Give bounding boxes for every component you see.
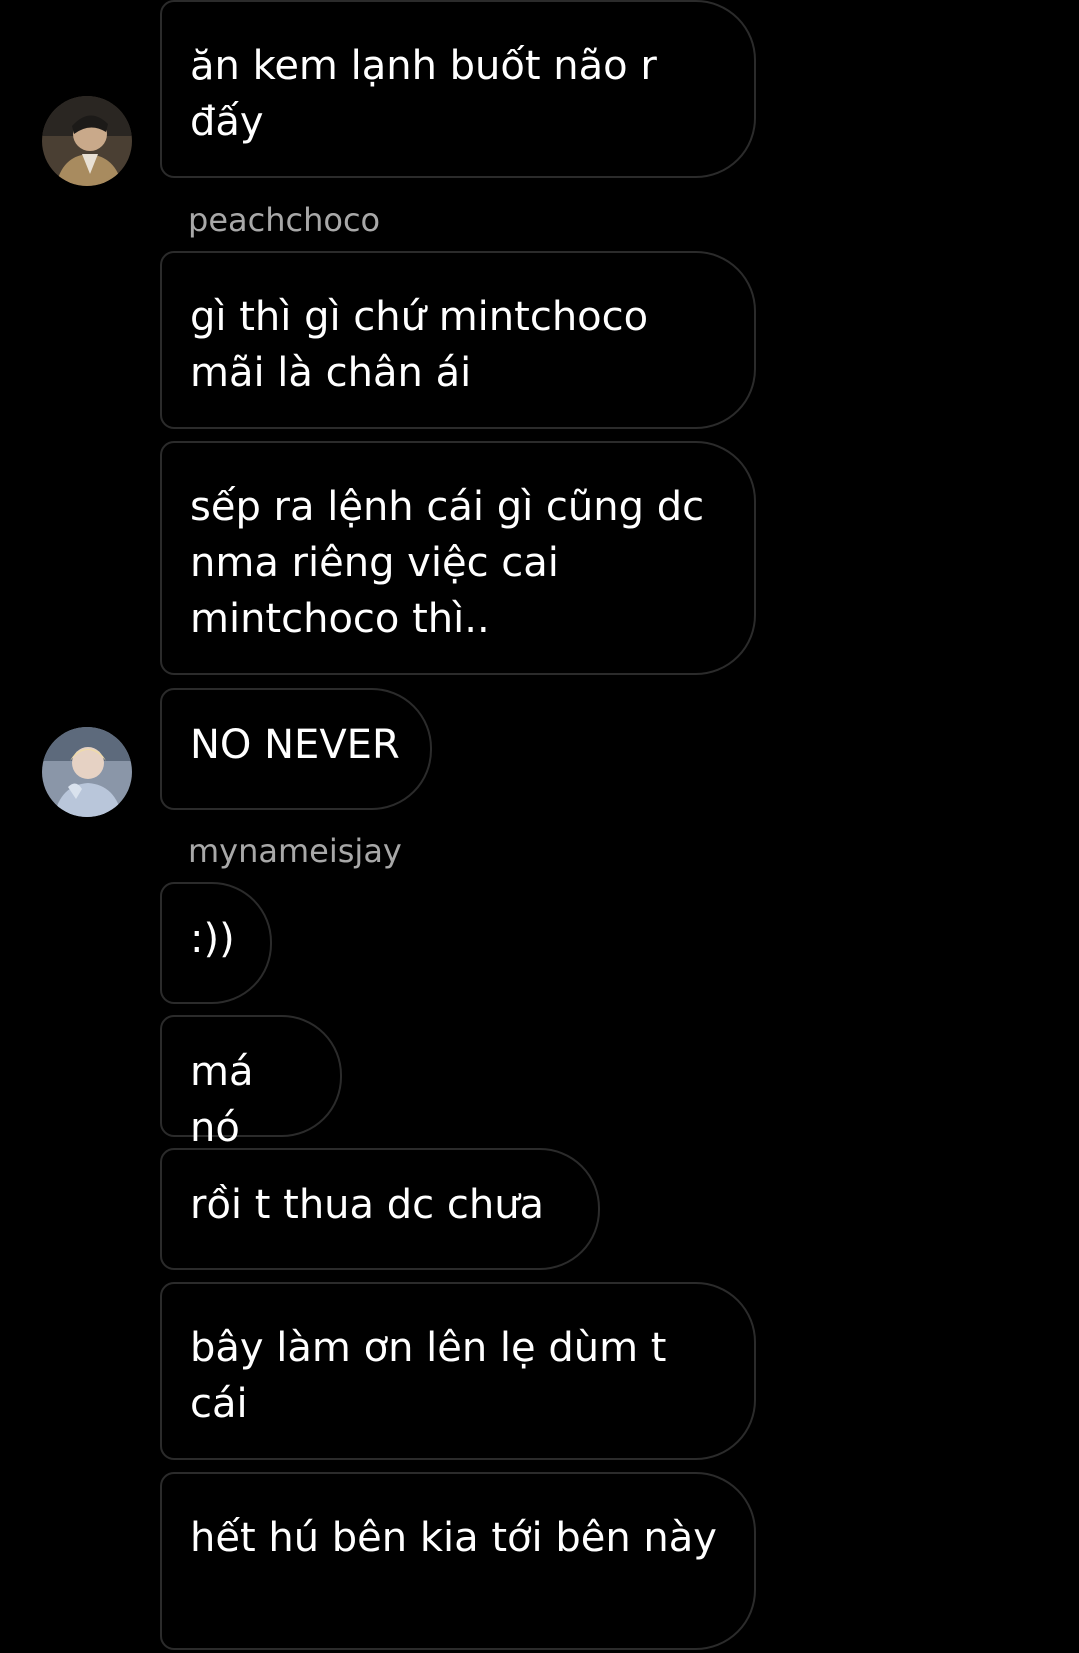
sender-username[interactable]: peachchoco: [188, 200, 380, 240]
message-bubble[interactable]: NO NEVER: [160, 688, 432, 810]
user-avatar-icon: [42, 96, 132, 186]
message-text: hết hú bên kia tới bên này: [190, 1515, 717, 1561]
message-bubble[interactable]: sếp ra lệnh cái gì cũng dc nma riêng việ…: [160, 441, 756, 675]
message-bubble[interactable]: hết hú bên kia tới bên này: [160, 1472, 756, 1650]
message-text: ăn kem lạnh buốt não r đấy: [190, 43, 657, 145]
message-bubble[interactable]: má nó: [160, 1015, 342, 1151]
user-avatar-icon: [42, 727, 132, 817]
message-bubble[interactable]: ăn kem lạnh buốt não r đấy: [160, 0, 756, 178]
message-text: bây làm ơn lên lẹ dùm t cái: [190, 1325, 667, 1427]
sender-username[interactable]: mynameisjay: [188, 831, 402, 871]
message-bubble[interactable]: rồi t thua dc chưa: [160, 1148, 600, 1270]
message-bubble[interactable]: bây làm ơn lên lẹ dùm t cái: [160, 1282, 756, 1460]
message-bubble[interactable]: gì thì gì chứ mintchoco mãi là chân ái: [160, 251, 756, 429]
message-text: sếp ra lệnh cái gì cũng dc nma riêng việ…: [190, 484, 705, 642]
message-text: rồi t thua dc chưa: [190, 1182, 545, 1228]
message-text: gì thì gì chứ mintchoco mãi là chân ái: [190, 294, 649, 396]
message-text: NO NEVER: [190, 722, 400, 768]
avatar[interactable]: [42, 96, 132, 186]
message-text: má nó: [190, 1049, 254, 1151]
chat-thread[interactable]: ăn kem lạnh buốt não r đấy peachchoco gì…: [0, 0, 1079, 1653]
avatar[interactable]: [42, 727, 132, 817]
message-text: :)): [190, 916, 235, 962]
message-bubble[interactable]: :)): [160, 882, 272, 1004]
